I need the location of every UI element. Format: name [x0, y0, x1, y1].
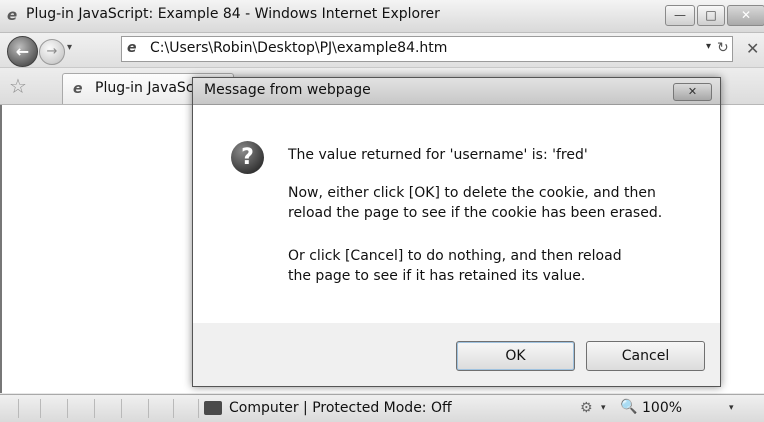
dialog-title-bar: Message from webpage ✕ [193, 78, 720, 105]
back-button[interactable]: ← [7, 36, 38, 67]
dialog-message-paragraph: Or click [Cancel] to do nothing, and the… [288, 246, 622, 286]
ie-window: e Plug-in JavaScript: Example 84 - Windo… [0, 0, 764, 422]
forward-button[interactable]: → [39, 39, 65, 65]
status-divider [94, 399, 95, 418]
address-bar[interactable]: e C:\Users\Robin\Desktop\PJ\example84.ht… [121, 36, 733, 62]
refresh-icon[interactable]: ↻ [717, 40, 729, 56]
favorites-star-icon[interactable]: ☆ [9, 74, 27, 98]
stop-icon[interactable]: ✕ [746, 39, 759, 58]
status-divider [121, 399, 122, 418]
status-divider [18, 399, 19, 418]
question-icon: ? [231, 141, 264, 174]
zoom-dropdown-icon[interactable]: ▾ [729, 403, 734, 413]
security-zone-icon[interactable]: ⚙ [580, 400, 593, 416]
zone-dropdown-icon[interactable]: ▾ [601, 403, 606, 413]
address-text[interactable]: C:\Users\Robin\Desktop\PJ\example84.htm [150, 40, 447, 56]
dialog-message-line: Now, either click [OK] to delete the coo… [288, 185, 656, 201]
dialog-message-line: Or click [Cancel] to do nothing, and the… [288, 248, 622, 264]
status-divider [198, 399, 199, 418]
page-icon: e [127, 40, 137, 56]
status-divider [173, 399, 174, 418]
status-text: Computer | Protected Mode: Off [229, 400, 452, 416]
navigation-bar: ← → ▾ e C:\Users\Robin\Desktop\PJ\exampl… [0, 33, 764, 68]
status-divider [67, 399, 68, 418]
status-divider [148, 399, 149, 418]
dialog-message-line: The value returned for 'username' is: 'f… [288, 147, 588, 163]
ok-button[interactable]: OK [456, 341, 575, 371]
status-divider [40, 399, 41, 418]
dialog-message-paragraph: Now, either click [OK] to delete the coo… [288, 183, 662, 223]
dialog-footer: OK Cancel [193, 323, 720, 386]
zoom-icon[interactable]: 🔍 [620, 399, 637, 415]
title-bar: e Plug-in JavaScript: Example 84 - Windo… [0, 0, 764, 33]
minimize-button[interactable]: — [665, 5, 695, 26]
maximize-button[interactable]: □ [697, 5, 725, 26]
dialog-message-line: reload the page to see if the cookie has… [288, 205, 663, 221]
ie-logo-icon: e [7, 6, 18, 24]
window-title: Plug-in JavaScript: Example 84 - Windows… [26, 6, 440, 22]
dialog-title: Message from webpage [204, 82, 371, 98]
zoom-level[interactable]: 100% [642, 400, 682, 416]
history-dropdown-icon[interactable]: ▾ [67, 42, 72, 53]
status-bar: Computer | Protected Mode: Off ⚙ ▾ 🔍 100… [0, 394, 764, 422]
address-dropdown-icon[interactable]: ▾ [706, 41, 711, 52]
close-window-button[interactable]: ✕ [727, 5, 764, 26]
computer-icon [204, 401, 222, 415]
cancel-button[interactable]: Cancel [586, 341, 705, 371]
dialog-close-button[interactable]: ✕ [673, 83, 712, 101]
message-dialog: Message from webpage ✕ ? The value retur… [192, 77, 721, 387]
tab-page-icon: e [73, 81, 83, 97]
dialog-body: ? The value returned for 'username' is: … [193, 105, 720, 323]
dialog-message-line: the page to see if it has retained its v… [288, 268, 586, 284]
